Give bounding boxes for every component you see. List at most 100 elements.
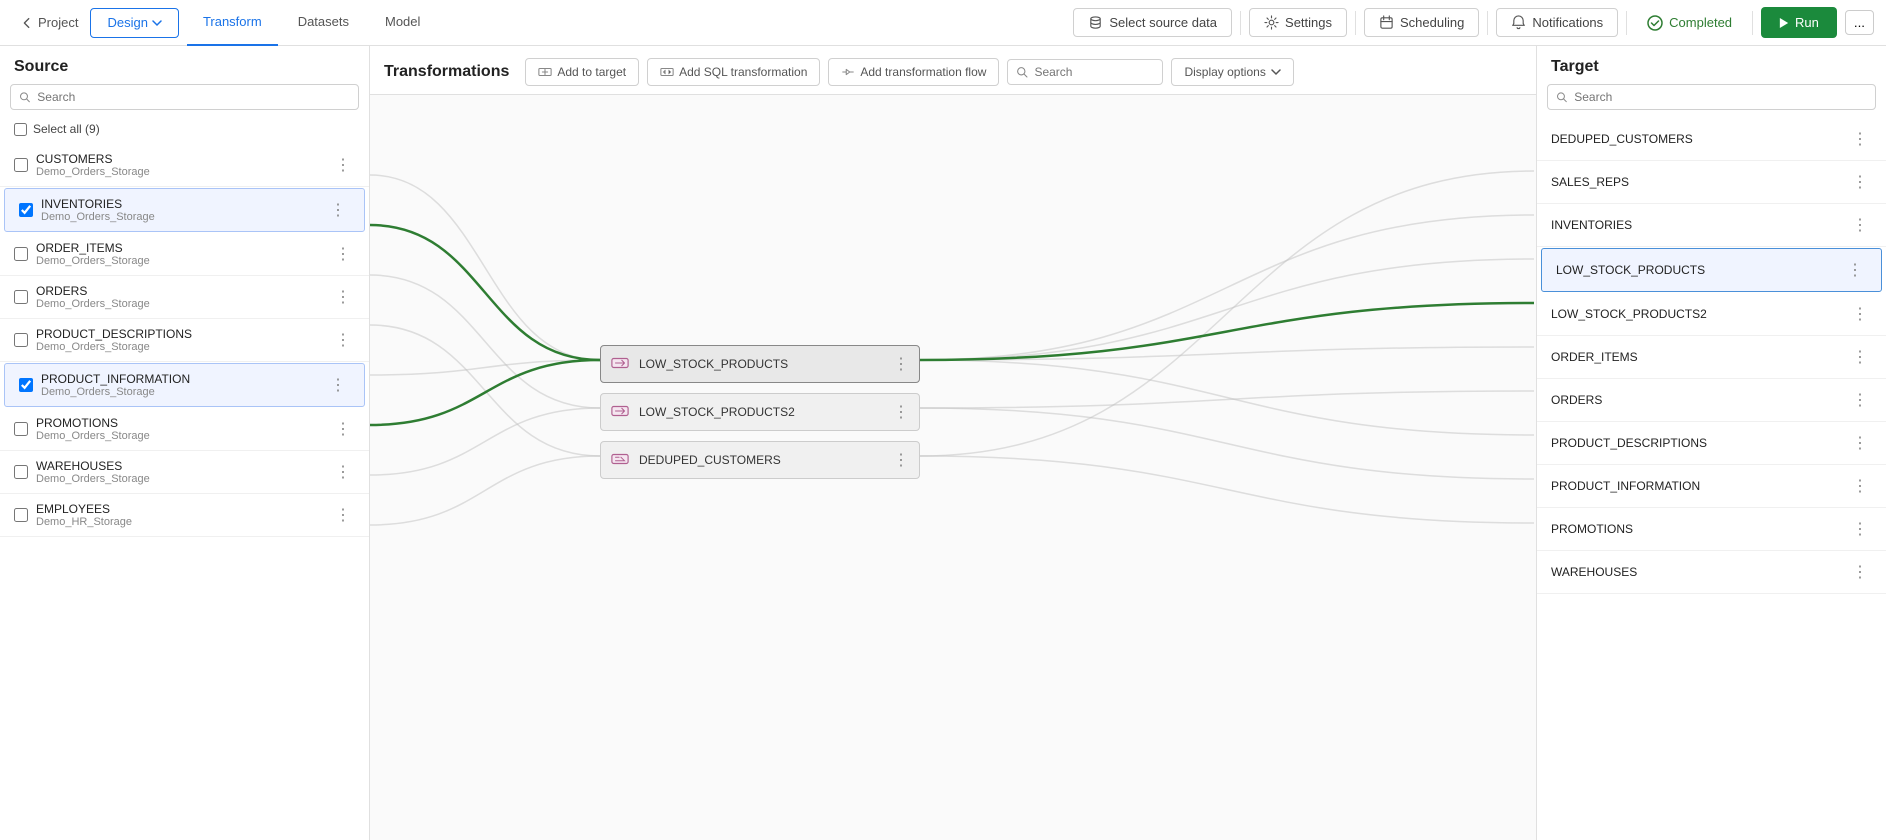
nav-divider-4 xyxy=(1626,11,1627,35)
back-button[interactable]: Project xyxy=(12,11,86,34)
target-item-menu[interactable]: ⋮ xyxy=(1848,388,1872,412)
tab-transform[interactable]: Transform xyxy=(187,0,278,46)
target-item-menu[interactable]: ⋮ xyxy=(1843,258,1867,282)
source-item-info: WAREHOUSES Demo_Orders_Storage xyxy=(36,459,323,485)
target-list-item[interactable]: PROMOTIONS ⋮ xyxy=(1537,508,1886,551)
transform-node[interactable]: LOW_STOCK_PRODUCTS ⋮ xyxy=(600,345,920,383)
target-item-menu[interactable]: ⋮ xyxy=(1848,170,1872,194)
main-layout: Source Select all (9) CUSTOMERS Demo_Ord… xyxy=(0,46,1886,840)
add-flow-label: Add transformation flow xyxy=(860,65,986,79)
source-item-menu[interactable]: ⋮ xyxy=(331,460,355,484)
target-item-menu[interactable]: ⋮ xyxy=(1848,302,1872,326)
target-item-menu[interactable]: ⋮ xyxy=(1848,127,1872,151)
source-item-checkbox[interactable] xyxy=(14,508,28,522)
display-options-button[interactable]: Display options xyxy=(1171,58,1293,86)
more-button[interactable]: ... xyxy=(1845,10,1874,35)
target-list-item[interactable]: ORDERS ⋮ xyxy=(1537,379,1886,422)
target-item-name: SALES_REPS xyxy=(1551,175,1840,189)
source-item-sub: Demo_Orders_Storage xyxy=(36,473,323,485)
select-all-checkbox[interactable] xyxy=(14,123,27,136)
source-item-menu[interactable]: ⋮ xyxy=(326,373,350,397)
source-item-menu[interactable]: ⋮ xyxy=(331,242,355,266)
datasets-tab-label: Datasets xyxy=(298,14,349,29)
node-menu[interactable]: ⋮ xyxy=(893,450,909,470)
target-list-item[interactable]: INVENTORIES ⋮ xyxy=(1537,204,1886,247)
run-button[interactable]: Run xyxy=(1761,7,1837,38)
transform-node[interactable]: DEDUPED_CUSTOMERS ⋮ xyxy=(600,441,920,479)
source-list-item[interactable]: ORDER_ITEMS Demo_Orders_Storage ⋮ xyxy=(0,233,369,276)
source-item-menu[interactable]: ⋮ xyxy=(331,285,355,309)
target-list-item[interactable]: PRODUCT_INFORMATION ⋮ xyxy=(1537,465,1886,508)
target-list-item[interactable]: LOW_STOCK_PRODUCTS ⋮ xyxy=(1541,248,1882,292)
source-item-checkbox[interactable] xyxy=(14,333,28,347)
target-item-name: PROMOTIONS xyxy=(1551,522,1840,536)
source-list-item[interactable]: CUSTOMERS Demo_Orders_Storage ⋮ xyxy=(0,144,369,187)
source-item-name: ORDERS xyxy=(36,284,323,298)
select-all-label: Select all (9) xyxy=(33,122,100,136)
add-to-target-button[interactable]: Add to target xyxy=(525,58,639,86)
source-item-checkbox[interactable] xyxy=(14,465,28,479)
source-list-item[interactable]: PROMOTIONS Demo_Orders_Storage ⋮ xyxy=(0,408,369,451)
source-search-input[interactable] xyxy=(37,90,350,104)
source-item-checkbox[interactable] xyxy=(14,422,28,436)
bell-icon xyxy=(1511,15,1526,30)
node-menu[interactable]: ⋮ xyxy=(893,402,909,422)
source-item-menu[interactable]: ⋮ xyxy=(331,153,355,177)
source-list-item[interactable]: INVENTORIES Demo_Orders_Storage ⋮ xyxy=(4,188,365,232)
target-list-item[interactable]: PRODUCT_DESCRIPTIONS ⋮ xyxy=(1537,422,1886,465)
select-source-button[interactable]: Select source data xyxy=(1073,8,1232,37)
target-list-item[interactable]: WAREHOUSES ⋮ xyxy=(1537,551,1886,594)
source-item-menu[interactable]: ⋮ xyxy=(331,417,355,441)
tab-datasets[interactable]: Datasets xyxy=(282,0,365,46)
target-search-input[interactable] xyxy=(1574,90,1867,104)
source-item-name: CUSTOMERS xyxy=(36,152,323,166)
settings-label: Settings xyxy=(1285,15,1332,30)
select-source-label: Select source data xyxy=(1109,15,1217,30)
target-list: DEDUPED_CUSTOMERS ⋮ SALES_REPS ⋮ INVENTO… xyxy=(1537,118,1886,840)
target-list-item[interactable]: ORDER_ITEMS ⋮ xyxy=(1537,336,1886,379)
flow-icon xyxy=(841,65,855,79)
tab-design[interactable]: Design xyxy=(90,8,178,38)
target-item-name: LOW_STOCK_PRODUCTS2 xyxy=(1551,307,1840,321)
target-list-item[interactable]: LOW_STOCK_PRODUCTS2 ⋮ xyxy=(1537,293,1886,336)
source-list-item[interactable]: EMPLOYEES Demo_HR_Storage ⋮ xyxy=(0,494,369,537)
scheduling-button[interactable]: Scheduling xyxy=(1364,8,1479,37)
source-item-menu[interactable]: ⋮ xyxy=(331,503,355,527)
target-item-menu[interactable]: ⋮ xyxy=(1848,517,1872,541)
notifications-button[interactable]: Notifications xyxy=(1496,8,1618,37)
settings-button[interactable]: Settings xyxy=(1249,8,1347,37)
calendar-icon xyxy=(1379,15,1394,30)
target-item-menu[interactable]: ⋮ xyxy=(1848,431,1872,455)
source-item-checkbox[interactable] xyxy=(14,290,28,304)
transform-node[interactable]: LOW_STOCK_PRODUCTS2 ⋮ xyxy=(600,393,920,431)
source-list-item[interactable]: PRODUCT_INFORMATION Demo_Orders_Storage … xyxy=(4,363,365,407)
source-item-checkbox[interactable] xyxy=(19,203,33,217)
target-item-menu[interactable]: ⋮ xyxy=(1848,474,1872,498)
node-menu[interactable]: ⋮ xyxy=(893,354,909,374)
target-list-item[interactable]: SALES_REPS ⋮ xyxy=(1537,161,1886,204)
transform-search-box xyxy=(1007,59,1163,85)
source-item-menu[interactable]: ⋮ xyxy=(326,198,350,222)
nav-divider-2 xyxy=(1355,11,1356,35)
target-item-menu[interactable]: ⋮ xyxy=(1848,213,1872,237)
add-sql-button[interactable]: Add SQL transformation xyxy=(647,58,820,86)
transform-search-input[interactable] xyxy=(1034,65,1154,79)
source-item-checkbox[interactable] xyxy=(19,378,33,392)
source-search-container xyxy=(0,84,369,118)
add-flow-button[interactable]: Add transformation flow xyxy=(828,58,999,86)
node-icon xyxy=(611,354,631,374)
source-item-menu[interactable]: ⋮ xyxy=(331,328,355,352)
node-label: LOW_STOCK_PRODUCTS xyxy=(639,357,885,371)
tab-model[interactable]: Model xyxy=(369,0,436,46)
source-item-checkbox[interactable] xyxy=(14,247,28,261)
target-item-name: LOW_STOCK_PRODUCTS xyxy=(1556,263,1835,277)
select-all-row: Select all (9) xyxy=(0,118,369,144)
source-item-checkbox[interactable] xyxy=(14,158,28,172)
target-list-item[interactable]: DEDUPED_CUSTOMERS ⋮ xyxy=(1537,118,1886,161)
target-item-menu[interactable]: ⋮ xyxy=(1848,345,1872,369)
source-list-item[interactable]: PRODUCT_DESCRIPTIONS Demo_Orders_Storage… xyxy=(0,319,369,362)
node-icon xyxy=(611,402,631,422)
source-list-item[interactable]: WAREHOUSES Demo_Orders_Storage ⋮ xyxy=(0,451,369,494)
target-item-menu[interactable]: ⋮ xyxy=(1848,560,1872,584)
source-list-item[interactable]: ORDERS Demo_Orders_Storage ⋮ xyxy=(0,276,369,319)
